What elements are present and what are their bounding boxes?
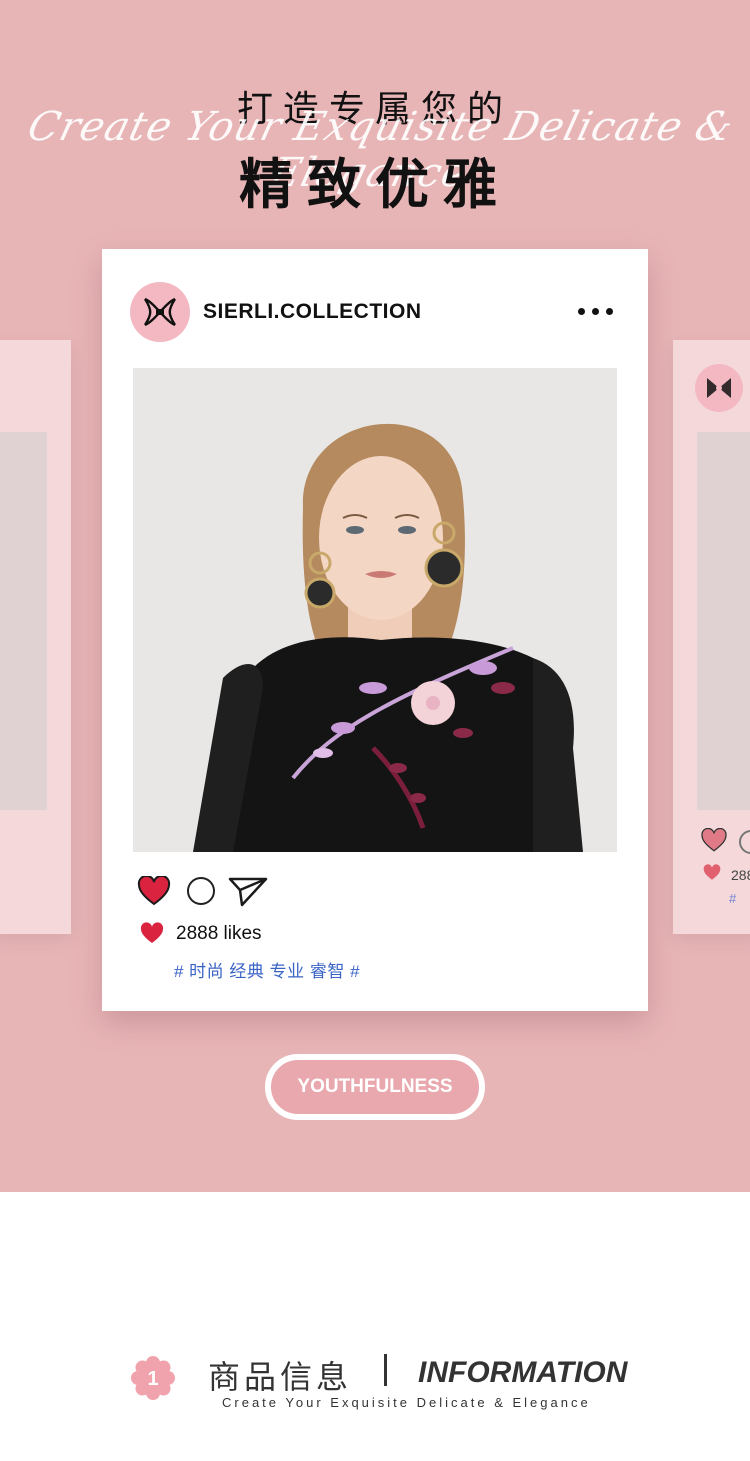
hero-section: 打造专属您的 Create Your Exquisite Delicate & … (0, 0, 750, 1192)
side-card-image (697, 432, 750, 810)
brand-logo-icon (143, 297, 177, 327)
model-photo (133, 368, 617, 852)
section-number: 1 (147, 1368, 158, 1390)
send-icon[interactable] (228, 875, 268, 907)
side-card-right[interactable]: 288 # (673, 340, 750, 934)
hashtags: # (729, 891, 737, 906)
heart-icon (140, 922, 164, 943)
info-subtitle: Create Your Exquisite Delicate & Eleganc… (222, 1395, 591, 1410)
info-title-cn: 商品信息 (208, 1359, 353, 1395)
more-horizontal-icon[interactable] (576, 299, 616, 323)
like-heart-icon[interactable] (137, 876, 171, 906)
side-card-avatar (695, 364, 743, 412)
headline-line2: 精致优雅 (239, 155, 511, 215)
likes-count: 2888 likes (176, 923, 262, 944)
flower-number-icon: 1 (131, 1356, 175, 1400)
likes-count: 288 (731, 867, 750, 883)
info-title-en: INFORMATION (418, 1356, 628, 1389)
comment-icon[interactable] (187, 877, 215, 905)
post-image[interactable] (133, 368, 617, 852)
side-card-image (0, 432, 47, 810)
comment-icon[interactable] (739, 830, 750, 854)
heart-icon[interactable] (701, 828, 727, 854)
hashtags[interactable]: # 时尚 经典 专业 睿智 # (174, 957, 360, 982)
avatar[interactable] (130, 282, 190, 342)
youthfulness-badge[interactable]: YOUTHFULNESS (265, 1054, 485, 1120)
post-card: SIERLI.COLLECTION 2888 likes # 时尚 经典 专业 … (102, 249, 648, 1011)
username[interactable]: SIERLI.COLLECTION (203, 300, 422, 324)
heart-icon (703, 864, 721, 880)
side-card-left[interactable] (0, 340, 71, 934)
divider (384, 1354, 387, 1386)
